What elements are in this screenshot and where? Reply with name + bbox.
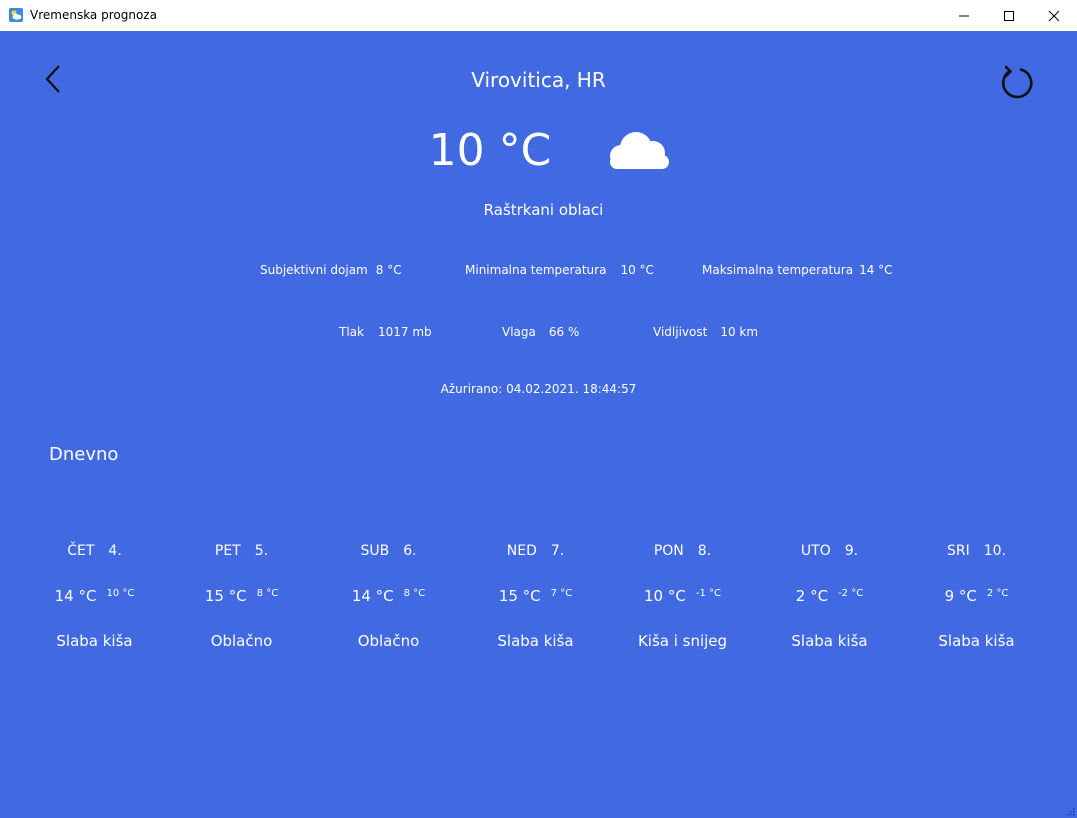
day-header: PON 8. <box>609 541 756 561</box>
day-date: 7. <box>550 543 565 559</box>
day-card: SRI 10. 9 °C 2 °C Slaba kiša <box>903 541 1050 661</box>
day-card: NED 7. 15 °C 7 °C Slaba kiša <box>462 541 609 661</box>
day-date: 6. <box>403 543 417 559</box>
day-name: ČET <box>67 543 95 559</box>
maximize-button[interactable] <box>986 0 1032 31</box>
feels-like: Subjektivni dojam 8 °C <box>260 262 402 278</box>
visibility: Vidljivost 10 km <box>653 324 758 340</box>
day-low: 8 °C <box>403 588 426 599</box>
day-date: 5. <box>254 543 269 559</box>
day-header: ČET 4. <box>21 541 168 561</box>
day-header: PET 5. <box>168 541 315 561</box>
feels-like-value: 8 °C <box>375 263 402 277</box>
pressure-label: Tlak <box>339 325 364 339</box>
visibility-label: Vidljivost <box>653 325 708 339</box>
feels-like-label: Subjektivni dojam <box>260 263 368 277</box>
pressure: Tlak 1017 mb <box>339 324 432 340</box>
day-header: SRI 10. <box>903 541 1050 561</box>
min-temperature-value: 10 °C <box>620 263 654 277</box>
window-title: Vremenska prognoza <box>30 8 157 22</box>
pressure-value: 1017 mb <box>377 325 432 339</box>
day-low: -2 °C <box>838 588 864 599</box>
day-date: 10. <box>983 543 1006 559</box>
day-low: 7 °C <box>550 588 573 599</box>
maximize-icon <box>1004 10 1014 21</box>
day-header: UTO 9. <box>756 541 903 561</box>
max-temperature: Maksimalna temperatura 14 °C <box>702 262 893 278</box>
day-name: NED <box>506 543 537 559</box>
day-date: 8. <box>697 543 712 559</box>
app-window: Vremenska prognoza Virovitica, HR 10 °C … <box>0 0 1077 818</box>
day-header: NED 7. <box>462 541 609 561</box>
day-high: 9 °C <box>944 587 977 605</box>
day-description: Slaba kiša <box>791 632 868 650</box>
day-name: SRI <box>946 543 970 559</box>
day-high: 15 °C <box>498 587 541 605</box>
last-updated: Ažurirano: 04.02.2021. 18:44:57 <box>440 382 637 396</box>
day-description: Kiša i snijeg <box>637 632 728 650</box>
day-temperatures: 14 °C 8 °C <box>315 586 462 606</box>
day-high: 2 °C <box>795 587 829 605</box>
title-bar[interactable]: Vremenska prognoza <box>0 0 1077 31</box>
min-temperature-label: Minimalna temperatura <box>465 263 607 277</box>
day-temperatures: 9 °C 2 °C <box>903 586 1050 606</box>
day-date: 4. <box>108 543 122 559</box>
day-name: PON <box>653 543 684 559</box>
day-high: 15 °C <box>204 587 247 605</box>
day-card: ČET 4. 14 °C 10 °C Slaba kiša <box>21 541 168 661</box>
city-name: Virovitica, HR <box>471 68 606 92</box>
day-name: SUB <box>360 543 390 559</box>
visibility-value: 10 km <box>720 325 759 339</box>
humidity-label: Vlaga <box>502 325 536 339</box>
day-description: Oblačno <box>210 632 273 650</box>
max-temperature-value: 14 °C <box>859 263 893 277</box>
day-high: 14 °C <box>351 587 394 605</box>
day-low: 8 °C <box>256 588 279 599</box>
current-description: Raštrkani oblaci <box>483 201 604 219</box>
minimize-button[interactable] <box>941 0 987 31</box>
humidity-value: 66 % <box>548 325 580 339</box>
current-temperature: 10 °C <box>428 125 552 176</box>
day-header: SUB 6. <box>315 541 462 561</box>
day-temperatures: 15 °C 8 °C <box>168 586 315 606</box>
max-temperature-label: Maksimalna temperatura <box>702 263 854 277</box>
day-card: PON 8. 10 °C -1 °C Kiša i snijeg <box>609 541 756 661</box>
day-card: SUB 6. 14 °C 8 °C Oblačno <box>315 541 462 661</box>
close-button[interactable] <box>1031 0 1077 31</box>
weather-app-icon <box>9 8 23 22</box>
day-card: PET 5. 15 °C 8 °C Oblačno <box>168 541 315 661</box>
humidity: Vlaga 66 % <box>502 324 579 340</box>
refresh-button[interactable] <box>996 61 1038 103</box>
minimize-icon <box>959 15 969 16</box>
day-date: 9. <box>844 543 859 559</box>
day-description: Slaba kiša <box>938 632 1015 650</box>
min-temperature: Minimalna temperatura 10 °C <box>465 262 654 278</box>
day-description: Oblačno <box>357 632 420 650</box>
day-low: 10 °C <box>106 588 135 599</box>
daily-section-title: Dnevno <box>49 444 119 465</box>
day-high: 14 °C <box>54 587 97 605</box>
cloud-icon <box>610 132 669 169</box>
refresh-icon <box>1001 65 1033 99</box>
day-name: UTO <box>800 543 831 559</box>
day-description: Slaba kiša <box>497 632 574 650</box>
main-content: Virovitica, HR 10 °C Raštrkani oblaci Su… <box>0 31 1077 818</box>
day-temperatures: 2 °C -2 °C <box>756 586 903 606</box>
day-temperatures: 10 °C -1 °C <box>609 586 756 606</box>
day-high: 10 °C <box>644 587 686 605</box>
day-low: -1 °C <box>695 588 721 599</box>
day-description: Slaba kiša <box>56 632 133 650</box>
day-card: UTO 9. 2 °C -2 °C Slaba kiša <box>756 541 903 661</box>
day-name: PET <box>214 543 241 559</box>
day-temperatures: 15 °C 7 °C <box>462 586 609 606</box>
resize-grip-icon[interactable] <box>1065 806 1075 816</box>
day-low: 2 °C <box>986 588 1009 599</box>
close-icon <box>1048 10 1060 21</box>
day-temperatures: 14 °C 10 °C <box>21 586 168 606</box>
